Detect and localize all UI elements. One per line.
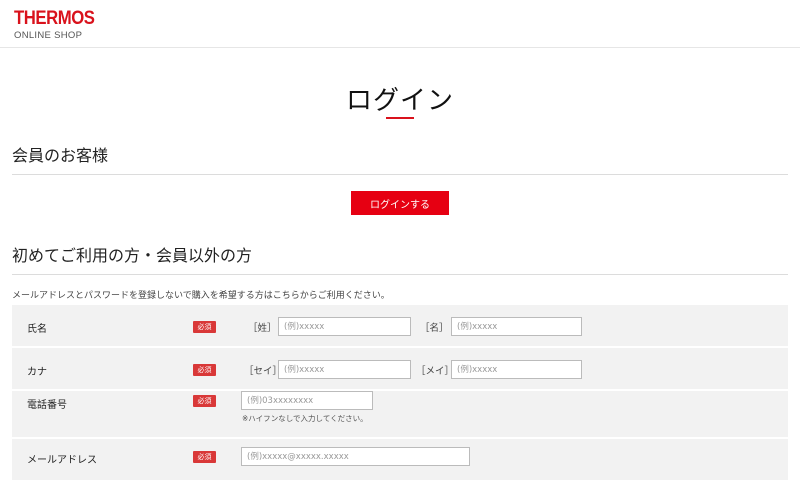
required-badge: 必須 xyxy=(193,451,216,463)
first-kana-input[interactable] xyxy=(451,360,582,379)
login-button[interactable]: ログインする xyxy=(351,191,449,215)
thermos-logo[interactable]: THERMOS ONLINE SHOP xyxy=(14,9,106,41)
form-row-email: メールアドレス 必須 xyxy=(12,439,788,480)
last-name-bracket: ［姓］ xyxy=(248,323,277,334)
form-row-phone: 電話番号 必須 ※ハイフンなしで入力してください。 xyxy=(12,391,788,439)
email-input[interactable] xyxy=(241,447,470,466)
logo-wordmark: THERMOS xyxy=(14,8,95,29)
first-kana-bracket: ［メイ］ xyxy=(416,366,455,377)
first-name-bracket: ［名］ xyxy=(420,323,449,334)
phone-label: 電話番号 xyxy=(27,400,67,411)
first-name-input[interactable] xyxy=(451,317,582,336)
last-kana-bracket: ［セイ］ xyxy=(244,366,283,377)
phone-input[interactable] xyxy=(241,391,373,410)
phone-note: ※ハイフンなしで入力してください。 xyxy=(242,414,368,423)
required-badge: 必須 xyxy=(193,395,216,407)
guest-section-heading: 初めてご利用の方・会員以外の方 xyxy=(12,242,788,275)
page-title: ログイン xyxy=(345,86,454,116)
name-label: 氏名 xyxy=(27,324,47,335)
last-kana-input[interactable] xyxy=(278,360,411,379)
email-label: メールアドレス xyxy=(27,455,97,466)
kana-label: カナ xyxy=(27,367,47,378)
required-badge: 必須 xyxy=(193,321,216,333)
last-name-input[interactable] xyxy=(278,317,411,336)
guest-intro-text: メールアドレスとパスワードを登録しないで購入を希望する方はこちらからご利用くださ… xyxy=(12,291,390,301)
title-underline xyxy=(386,117,414,119)
form-row-name: 氏名 必須 ［姓］ ［名］ xyxy=(12,305,788,348)
guest-form: 氏名 必須 ［姓］ ［名］ カナ 必須 ［セイ］ ［メイ］ 電話番号 必須 ※ハ… xyxy=(12,305,788,480)
form-row-kana: カナ 必須 ［セイ］ ［メイ］ xyxy=(12,348,788,391)
required-badge: 必須 xyxy=(193,364,216,376)
site-header: THERMOS ONLINE SHOP xyxy=(0,0,800,48)
logo-subtitle: ONLINE SHOP xyxy=(14,30,83,41)
members-section-heading: 会員のお客様 xyxy=(12,142,788,175)
